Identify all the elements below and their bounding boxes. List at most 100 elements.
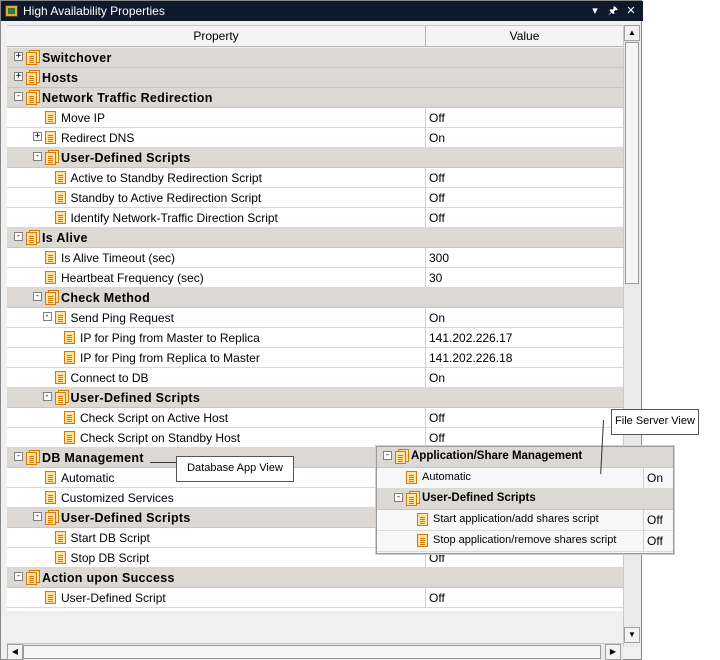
expand-icon[interactable]: + <box>14 72 23 81</box>
property-row[interactable]: Check Script on Standby Host Off <box>7 428 623 448</box>
category-row[interactable]: - User-Defined Scripts <box>377 489 673 510</box>
collapse-icon[interactable]: - <box>383 451 392 460</box>
vertical-scroll-thumb[interactable] <box>625 42 639 284</box>
property-row[interactable]: Identify Network-Traffic Direction Scrip… <box>7 208 623 228</box>
property-row[interactable]: Standby to Active Redirection Script Off <box>7 188 623 208</box>
category-row[interactable]: - Is Alive <box>7 228 623 248</box>
property-row[interactable]: Heartbeat Frequency (sec) 30 <box>7 268 623 288</box>
property-value[interactable]: Off <box>429 411 445 425</box>
property-label: Heartbeat Frequency (sec) <box>61 271 204 285</box>
database-app-view-leader-line <box>150 462 176 463</box>
property-label: Automatic <box>422 471 471 483</box>
property-value[interactable]: 30 <box>429 271 442 285</box>
property-row[interactable]: Active to Standby Redirection Script Off <box>7 168 623 188</box>
column-header-property[interactable]: Property <box>7 26 426 46</box>
property-row[interactable]: IP for Ping from Master to Replica 141.20… <box>7 328 623 348</box>
property-label: Move IP <box>61 111 106 125</box>
horizontal-scrollbar[interactable]: ◀ ▶ <box>7 643 623 660</box>
property-icon <box>54 170 68 185</box>
column-separator <box>425 348 426 368</box>
property-value[interactable]: Off <box>429 211 445 225</box>
high-availability-properties-panel: High Availability Properties ▾ 🖈 ✕ Prope… <box>0 0 643 660</box>
collapse-icon[interactable]: - <box>33 512 42 521</box>
property-value[interactable]: 141.202.226.17 <box>429 331 512 345</box>
property-row[interactable]: Start application/add shares script Off <box>377 510 673 531</box>
property-label: Is Alive Timeout (sec) <box>61 251 176 265</box>
property-group-icon <box>45 510 59 525</box>
close-icon[interactable]: ✕ <box>623 3 639 19</box>
chevron-down-icon[interactable]: ▾ <box>587 3 603 19</box>
property-label: IP for Ping from Replica to Master <box>80 351 260 365</box>
collapse-icon[interactable]: - <box>14 232 23 241</box>
property-label: Start application/add shares script <box>433 513 599 525</box>
property-label: Automatic <box>61 471 115 485</box>
property-value[interactable]: Off <box>429 191 445 205</box>
column-separator <box>425 428 426 448</box>
property-value[interactable]: On <box>429 371 445 385</box>
property-row[interactable]: Stop application/remove shares script Off <box>377 531 673 552</box>
category-row[interactable]: + Hosts <box>7 68 623 88</box>
property-label: Standby to Active Redirection Script <box>70 191 262 205</box>
scroll-up-icon[interactable]: ▲ <box>624 25 640 41</box>
column-separator <box>425 108 426 128</box>
scroll-down-icon[interactable]: ▼ <box>624 627 640 643</box>
category-row[interactable]: - User-Defined Scripts <box>7 148 623 168</box>
collapse-icon[interactable]: - <box>394 493 403 502</box>
property-value[interactable]: Off <box>429 171 445 185</box>
file-server-view-callout: File Server View <box>611 409 699 435</box>
property-group-icon <box>26 50 40 65</box>
property-value[interactable]: Off <box>429 591 445 605</box>
collapse-icon[interactable]: - <box>42 392 52 401</box>
property-group-icon <box>45 150 59 165</box>
column-header-value[interactable]: Value <box>426 26 623 46</box>
scroll-right-icon[interactable]: ▶ <box>605 644 621 660</box>
property-value[interactable]: Off <box>429 431 445 445</box>
category-row[interactable]: - Network Traffic Redirection <box>7 88 623 108</box>
property-label: Redirect DNS <box>61 131 135 145</box>
property-value[interactable]: On <box>429 131 445 145</box>
property-icon <box>54 370 68 385</box>
property-row[interactable]: Automatic On <box>377 468 673 489</box>
collapse-icon[interactable]: - <box>33 292 42 301</box>
pin-icon[interactable]: 🖈 <box>605 3 621 19</box>
property-value[interactable]: Off <box>647 534 663 548</box>
property-row[interactable]: + Redirect DNS On <box>7 128 623 148</box>
property-row[interactable]: Is Alive Timeout (sec) 300 <box>7 248 623 268</box>
property-label: Start DB Script <box>70 531 150 545</box>
category-row[interactable]: + Switchover <box>7 48 623 68</box>
property-row[interactable]: IP for Ping from Replica to Master 141.20… <box>7 348 623 368</box>
category-row[interactable]: - User-Defined Scripts <box>7 388 623 408</box>
property-label: Check Script on Standby Host <box>80 431 241 445</box>
property-row[interactable]: Move IP Off <box>7 108 623 128</box>
property-value[interactable]: Off <box>429 111 445 125</box>
property-icon <box>54 310 68 325</box>
property-value[interactable]: 141.202.226.18 <box>429 351 512 365</box>
column-separator <box>425 328 426 348</box>
property-row[interactable]: User-Defined Script Off <box>7 588 623 608</box>
collapse-icon[interactable]: - <box>14 572 23 581</box>
collapse-icon[interactable]: - <box>33 152 42 161</box>
property-row[interactable]: - Send Ping Request On <box>7 308 623 328</box>
collapse-icon[interactable]: - <box>42 312 52 321</box>
property-value[interactable]: On <box>647 471 663 485</box>
property-value[interactable]: Off <box>647 513 663 527</box>
category-row[interactable]: - Check Method <box>7 288 623 308</box>
collapse-icon[interactable]: - <box>14 452 23 461</box>
property-row[interactable]: Check Script on Active Host Off <box>7 408 623 428</box>
scroll-left-icon[interactable]: ◀ <box>7 644 23 660</box>
column-separator <box>643 468 644 489</box>
expand-icon[interactable]: + <box>14 52 23 61</box>
horizontal-scroll-thumb[interactable] <box>23 645 601 659</box>
property-icon <box>54 210 68 225</box>
expand-icon[interactable]: + <box>33 132 42 141</box>
window-title: High Availability Properties <box>23 4 165 18</box>
column-separator <box>425 248 426 268</box>
property-icon <box>64 350 77 365</box>
property-group-icon <box>406 491 420 506</box>
property-value[interactable]: 300 <box>429 251 449 265</box>
collapse-icon[interactable]: - <box>14 92 23 101</box>
property-row[interactable]: Connect to DB On <box>7 368 623 388</box>
category-row[interactable]: - Action upon Success <box>7 568 623 588</box>
category-row[interactable]: - Application/Share Management <box>377 447 673 468</box>
property-value[interactable]: On <box>429 311 445 325</box>
